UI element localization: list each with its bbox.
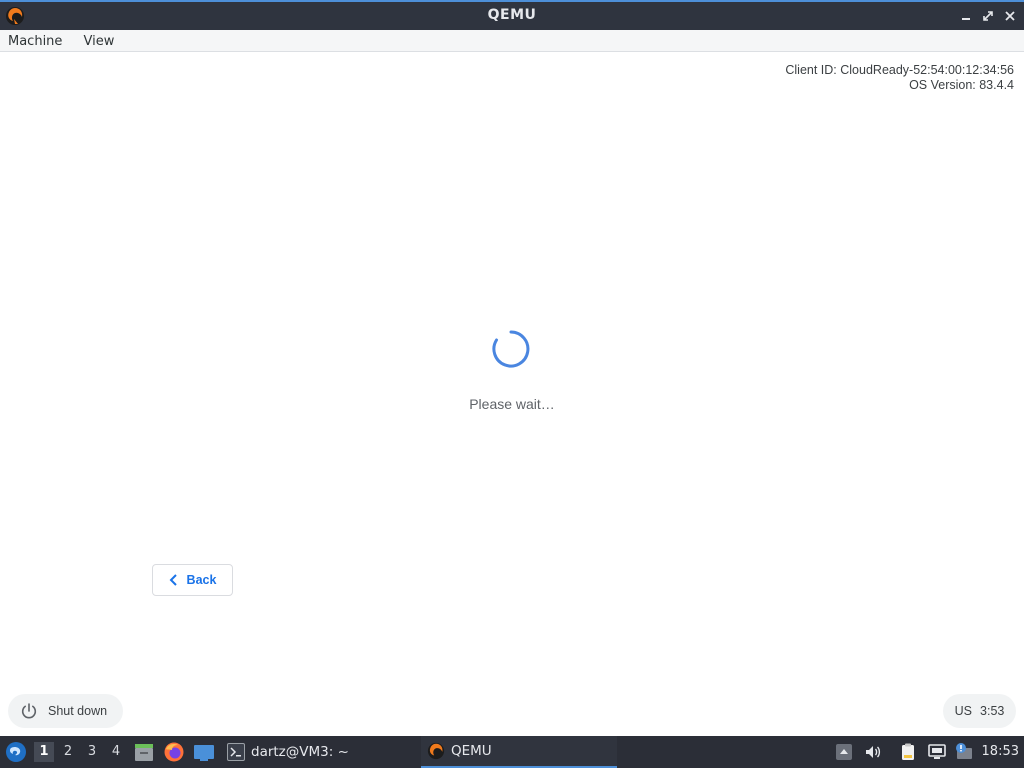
keyboard-layout-indicator: US — [954, 704, 973, 718]
host-taskbar: 1 2 3 4 dartz@VM3: ~ QEMU 18:53 — [0, 736, 1024, 768]
power-icon — [21, 703, 37, 719]
host-clock[interactable]: 18:53 — [982, 736, 1019, 768]
please-wait-text: Please wait… — [469, 396, 555, 412]
workspace-2[interactable]: 2 — [58, 742, 78, 762]
window-title: QEMU — [487, 7, 537, 23]
chevron-left-icon — [169, 574, 177, 586]
qemu-icon — [427, 742, 445, 760]
terminal-icon — [227, 743, 245, 761]
menubar: Machine View — [0, 30, 1024, 52]
desktop-icon[interactable] — [193, 741, 215, 763]
task-terminal[interactable]: dartz@VM3: ~ — [225, 736, 417, 768]
file-manager-icon[interactable] — [133, 741, 155, 763]
task-qemu-label: QEMU — [451, 743, 492, 759]
start-menu-icon[interactable] — [5, 741, 27, 763]
window-titlebar[interactable]: QEMU — [0, 0, 1024, 30]
shutdown-button[interactable]: Shut down — [8, 694, 123, 728]
status-area[interactable]: US 3:53 — [943, 694, 1016, 728]
close-icon[interactable] — [1002, 8, 1018, 24]
guest-display[interactable]: Client ID: CloudReady-52:54:00:12:34:56 … — [0, 52, 1024, 736]
workspace-4[interactable]: 4 — [106, 742, 126, 762]
update-notification-icon[interactable] — [954, 742, 974, 762]
window-controls — [958, 8, 1018, 24]
back-button-label: Back — [186, 573, 217, 587]
menu-machine[interactable]: Machine — [0, 31, 70, 52]
client-info: Client ID: CloudReady-52:54:00:12:34:56 … — [785, 63, 1014, 93]
task-qemu[interactable]: QEMU — [421, 736, 617, 768]
workspace-3[interactable]: 3 — [82, 742, 102, 762]
maximize-icon[interactable] — [980, 8, 996, 24]
shutdown-label: Shut down — [48, 704, 108, 718]
loading-spinner-icon — [492, 330, 530, 368]
workspace-1[interactable]: 1 — [34, 742, 54, 762]
clipboard-icon[interactable] — [898, 742, 918, 762]
client-id-text: Client ID: CloudReady-52:54:00:12:34:56 — [785, 63, 1014, 77]
tray-arrow-icon[interactable] — [834, 742, 854, 762]
minimize-icon[interactable] — [958, 8, 974, 24]
volume-icon[interactable] — [863, 742, 883, 762]
firefox-icon[interactable] — [163, 741, 185, 763]
task-terminal-label: dartz@VM3: ~ — [251, 744, 349, 760]
back-button[interactable]: Back — [152, 564, 233, 596]
guest-clock: 3:53 — [980, 704, 1005, 718]
os-version-text: OS Version: 83.4.4 — [909, 78, 1014, 92]
menu-view[interactable]: View — [76, 31, 123, 52]
network-icon[interactable] — [927, 742, 947, 762]
